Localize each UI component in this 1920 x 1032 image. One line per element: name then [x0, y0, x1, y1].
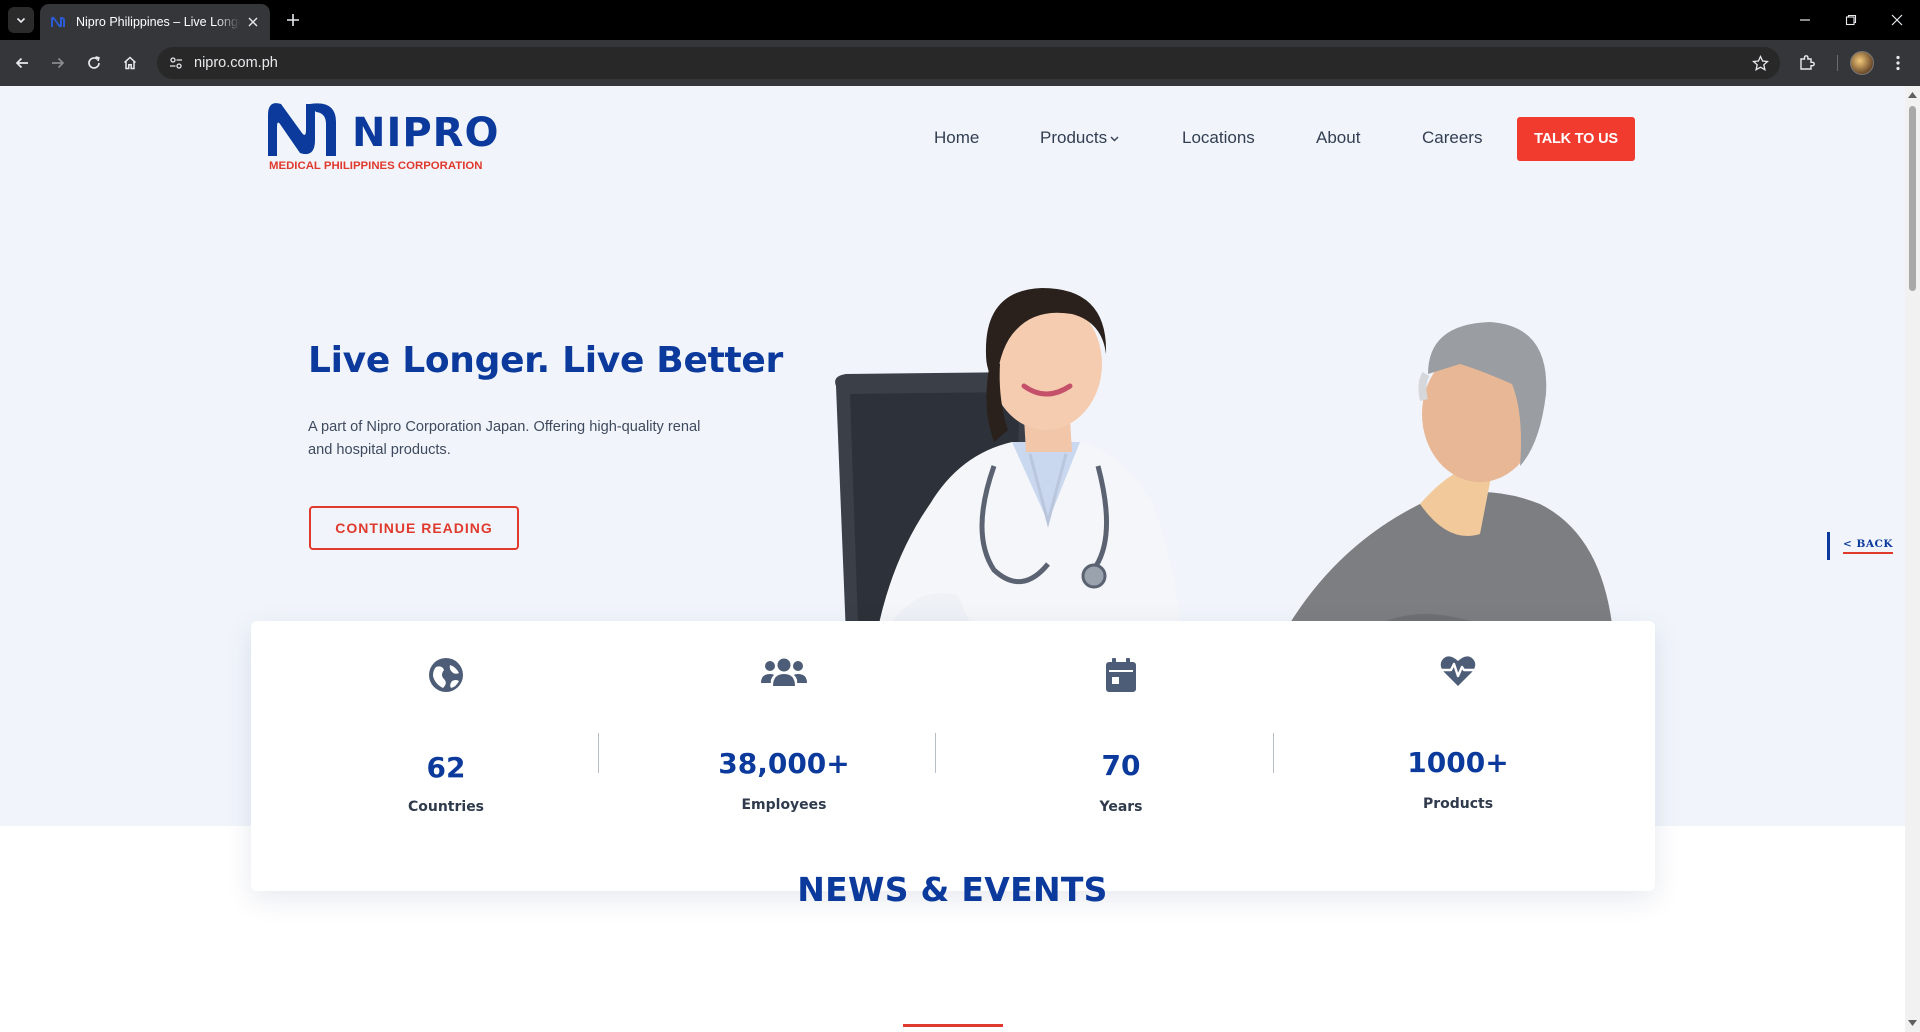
scrollbar-thumb[interactable] — [1909, 106, 1916, 291]
stat-divider — [598, 733, 599, 773]
stat-countries: 62 Countries — [326, 621, 566, 891]
stat-divider — [1273, 733, 1274, 773]
nav-locations[interactable]: Locations — [1182, 128, 1255, 148]
nav-products-label: Products — [1040, 128, 1108, 147]
stat-label: Countries — [407, 799, 485, 815]
new-tab-plus-icon[interactable] — [282, 9, 304, 31]
browser-toolbar: nipro.com.ph — [0, 40, 1920, 86]
kebab-menu-icon[interactable] — [1886, 51, 1910, 75]
stat-value: 70 — [1101, 749, 1141, 782]
nav-about[interactable]: About — [1316, 128, 1360, 148]
scroll-up-icon[interactable] — [1908, 90, 1917, 99]
browser-tab-strip: Nipro Philippines – Live Longer. Live Be… — [0, 0, 1920, 40]
stats-card: 62 Countries 38,000+ Employees 70 Years — [251, 621, 1655, 891]
nav-products[interactable]: Products — [1040, 128, 1119, 148]
stat-label: Employees — [741, 797, 827, 813]
nipro-logo-mark-icon — [268, 103, 336, 156]
nav-careers[interactable]: Careers — [1422, 128, 1482, 148]
close-window-icon[interactable] — [1885, 8, 1909, 32]
stat-years: 70 Years — [1001, 621, 1241, 891]
page-scrollbar[interactable] — [1905, 86, 1920, 1032]
tab-search-button[interactable] — [8, 7, 34, 33]
users-icon — [761, 654, 807, 690]
close-tab-icon[interactable] — [246, 15, 260, 29]
stat-products: 1000+ Products — [1338, 621, 1578, 891]
tab-title: Nipro Philippines – Live Longer. Live Be… — [76, 15, 240, 29]
hero-description: A part of Nipro Corporation Japan. Offer… — [308, 419, 701, 458]
continue-reading-button[interactable]: CONTINUE READING — [309, 506, 519, 550]
nav-home[interactable]: Home — [934, 128, 979, 148]
forward-arrow-icon[interactable] — [46, 51, 70, 75]
restore-icon[interactable] — [1839, 8, 1863, 32]
logo-wordmark: NIPRO — [352, 110, 500, 156]
url-text: nipro.com.ph — [194, 55, 278, 71]
reload-icon[interactable] — [82, 51, 106, 75]
address-bar[interactable]: nipro.com.ph — [157, 47, 1780, 79]
back-arrow-icon[interactable] — [10, 51, 34, 75]
back-link[interactable]: < BACK — [1827, 532, 1893, 560]
scroll-down-icon[interactable] — [1908, 1018, 1917, 1027]
chevron-down-icon — [16, 17, 26, 24]
nipro-logo[interactable]: NIPRO MEDICAL PHILIPPINES CORPORATION — [268, 100, 498, 176]
minimize-icon[interactable] — [1793, 8, 1817, 32]
heart-pulse-icon — [1440, 653, 1476, 689]
globe-icon — [428, 657, 464, 693]
bookmark-star-icon[interactable] — [1750, 53, 1770, 73]
stat-value: 38,000+ — [718, 747, 850, 780]
stat-value: 1000+ — [1407, 746, 1509, 779]
home-icon[interactable] — [118, 51, 142, 75]
stat-divider — [935, 733, 936, 773]
active-tab[interactable]: Nipro Philippines – Live Longer. Live Be… — [40, 4, 270, 40]
logo-subtitle: MEDICAL PHILIPPINES CORPORATION — [269, 160, 483, 172]
heading-underline — [903, 1024, 1003, 1027]
chevron-down-icon — [1110, 136, 1119, 142]
stat-label: Products — [1422, 796, 1494, 812]
profile-avatar[interactable] — [1850, 51, 1874, 75]
site-info-icon[interactable] — [166, 53, 186, 73]
calendar-icon — [1103, 657, 1139, 693]
talk-to-us-button[interactable]: TALK TO US — [1517, 117, 1635, 161]
extensions-puzzle-icon[interactable] — [1795, 51, 1819, 75]
stat-employees: 38,000+ Employees — [664, 621, 904, 891]
hero-title: Live Longer. Live Better — [308, 340, 783, 381]
webpage: NIPRO MEDICAL PHILIPPINES CORPORATION Ho… — [0, 86, 1905, 1032]
news-events-heading: NEWS & EVENTS — [797, 870, 1108, 909]
back-link-label: < BACK — [1843, 538, 1893, 554]
stat-label: Years — [1099, 799, 1143, 815]
nipro-favicon-icon — [51, 16, 65, 28]
toolbar-divider — [1837, 55, 1838, 71]
stat-value: 62 — [426, 751, 466, 784]
